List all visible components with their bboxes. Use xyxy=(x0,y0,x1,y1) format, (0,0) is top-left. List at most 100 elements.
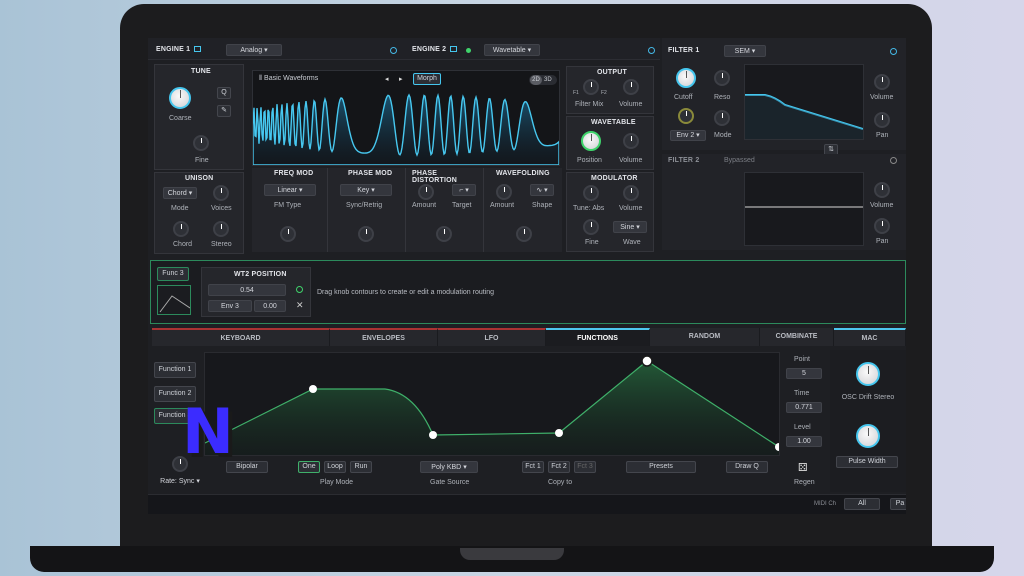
engine2-header: ENGINE 2 Wavetable ▾ xyxy=(408,38,660,60)
copy-icon[interactable] xyxy=(450,46,457,52)
copy-icon[interactable] xyxy=(194,46,201,52)
gate-source-dropdown[interactable]: Poly KBD ▾ xyxy=(420,461,478,473)
view-3d[interactable]: 3D xyxy=(544,75,552,85)
fine-knob[interactable] xyxy=(193,135,209,151)
chord-knob[interactable] xyxy=(173,221,189,237)
panic-button[interactable]: Pa xyxy=(890,498,906,510)
play-one-button[interactable]: One xyxy=(298,461,320,473)
pd-depth-knob[interactable] xyxy=(436,226,452,242)
wavetable-display: ⦀ Basic Waveforms ◂ ▸ Morph 2D 3D xyxy=(252,70,560,166)
macro2-label[interactable]: Pulse Width xyxy=(836,456,898,468)
env-knob[interactable] xyxy=(678,108,694,124)
output-volume-label: Volume xyxy=(619,101,643,108)
wf-shape-label: Shape xyxy=(532,202,553,209)
copy-fct2-button[interactable]: Fct 2 xyxy=(548,461,570,473)
fm-amount-knob[interactable] xyxy=(280,226,296,242)
reso-knob[interactable] xyxy=(714,70,730,86)
next-arrow-icon[interactable]: ▸ xyxy=(399,75,403,83)
wf-shape-dropdown[interactable]: ∿ ▾ xyxy=(530,184,554,196)
macro1-knob[interactable] xyxy=(856,362,880,386)
wavetable-name[interactable]: ⦀ Basic Waveforms xyxy=(259,75,318,83)
wavefolding-title: WAVEFOLDING xyxy=(496,170,550,177)
wf-depth-knob[interactable] xyxy=(516,226,532,242)
wf-amount-knob[interactable] xyxy=(496,184,512,200)
filter2-volume-knob[interactable] xyxy=(874,182,890,198)
overlay-logo-letter: N xyxy=(182,395,234,468)
wt2-value-field[interactable]: 0.54 xyxy=(208,284,286,296)
engine1-type-dropdown[interactable]: Analog ▾ xyxy=(226,44,282,56)
time-label: Time xyxy=(794,390,810,397)
tab-random[interactable]: RANDOM xyxy=(650,328,760,346)
level-value-field[interactable]: 1.00 xyxy=(786,436,822,447)
pm-key-dropdown[interactable]: Key ▾ xyxy=(340,184,392,196)
prev-arrow-icon[interactable]: ◂ xyxy=(385,75,389,83)
mod-fine-knob[interactable] xyxy=(583,219,599,235)
f2-label: F2 xyxy=(601,90,607,96)
mod-tune-knob[interactable] xyxy=(583,185,599,201)
filter1-power-icon[interactable] xyxy=(890,48,897,55)
unison-mode-dropdown[interactable]: Chord ▾ xyxy=(163,187,197,199)
time-value-field[interactable]: 0.771 xyxy=(786,402,822,413)
play-loop-button[interactable]: Loop xyxy=(324,461,346,473)
phase-mod-section: PHASE MOD Key ▾ Sync/Retrig xyxy=(328,168,406,252)
quantize-button[interactable]: Q xyxy=(217,87,231,99)
cutoff-knob[interactable] xyxy=(676,68,696,88)
tab-envelopes[interactable]: ENVELOPES xyxy=(330,328,438,346)
wt2-amount-field[interactable]: 0.00 xyxy=(254,300,286,312)
close-icon[interactable]: ✕ xyxy=(296,300,304,311)
copy-fct1-button[interactable]: Fct 1 xyxy=(522,461,544,473)
position-knob[interactable] xyxy=(581,131,601,151)
tab-macros[interactable]: MAC xyxy=(834,328,906,346)
voices-knob[interactable] xyxy=(213,185,229,201)
engine2-power-icon[interactable] xyxy=(648,47,655,54)
fm-type-dropdown[interactable]: Linear ▾ xyxy=(264,184,316,196)
output-title: OUTPUT xyxy=(597,69,627,76)
midi-all-button[interactable]: All xyxy=(844,498,880,510)
engine1-power-icon[interactable] xyxy=(390,47,397,54)
pd-amount-knob[interactable] xyxy=(418,184,434,200)
cutoff-label: Cutoff xyxy=(674,94,693,101)
presets-button[interactable]: Presets xyxy=(626,461,696,473)
point-value-field[interactable]: 5 xyxy=(786,368,822,379)
rate-dropdown[interactable]: Rate: Sync ▾ xyxy=(154,476,206,488)
func-source-button[interactable]: Func 3 xyxy=(157,267,189,281)
output-volume-knob[interactable] xyxy=(623,79,639,95)
tab-combinate[interactable]: COMBINATE xyxy=(760,328,834,346)
pencil-icon[interactable]: ✎ xyxy=(217,105,231,117)
filter2-pan-knob[interactable] xyxy=(874,218,890,234)
tab-lfo[interactable]: LFO xyxy=(438,328,546,346)
macro2-knob[interactable] xyxy=(856,424,880,448)
routing-power-icon[interactable] xyxy=(296,286,303,293)
filter1-env-dropdown[interactable]: Env 2 ▾ xyxy=(670,130,706,141)
function-1-button[interactable]: Function 1 xyxy=(154,362,196,378)
view-2d[interactable]: 2D xyxy=(530,75,542,85)
engine2-type-dropdown[interactable]: Wavetable ▾ xyxy=(484,44,540,56)
output-panel: OUTPUT F1 F2 Filter Mix Volume xyxy=(566,66,654,114)
draw-button[interactable]: Draw Q xyxy=(726,461,768,473)
play-run-button[interactable]: Run xyxy=(350,461,372,473)
filter1-type-dropdown[interactable]: SEM ▾ xyxy=(724,45,766,57)
tab-functions[interactable]: FUNCTIONS xyxy=(546,328,650,346)
coarse-knob[interactable] xyxy=(169,87,191,109)
view-toggle[interactable]: 2D 3D xyxy=(529,75,557,85)
filter-mix-knob[interactable] xyxy=(583,79,599,95)
morph-button[interactable]: Morph xyxy=(413,73,441,85)
engine1-header: ENGINE 1 Analog ▾ xyxy=(148,38,408,60)
filter2-power-icon[interactable] xyxy=(890,157,897,164)
synth-screen: ENGINE 1 Analog ▾ ENGINE 2 Wavetable ▾ F… xyxy=(148,38,906,514)
mod-volume-knob[interactable] xyxy=(623,185,639,201)
mod-wave-dropdown[interactable]: Sine ▾ xyxy=(613,221,647,233)
pd-target-dropdown[interactable]: ⌐ ▾ xyxy=(452,184,476,196)
func-thumbnail xyxy=(157,285,191,315)
pm-amount-knob[interactable] xyxy=(358,226,374,242)
tab-keyboard[interactable]: KEYBOARD xyxy=(152,328,330,346)
dice-icon[interactable]: ⚄ xyxy=(798,461,808,474)
filter1-volume-knob[interactable] xyxy=(874,74,890,90)
wt2-source-field[interactable]: Env 3 xyxy=(208,300,252,312)
mode-knob[interactable] xyxy=(714,110,730,126)
function-curve[interactable] xyxy=(205,353,780,456)
function-editor[interactable] xyxy=(204,352,780,456)
stereo-knob[interactable] xyxy=(213,221,229,237)
wavetable-volume-knob[interactable] xyxy=(623,133,639,149)
filter1-pan-knob[interactable] xyxy=(874,112,890,128)
